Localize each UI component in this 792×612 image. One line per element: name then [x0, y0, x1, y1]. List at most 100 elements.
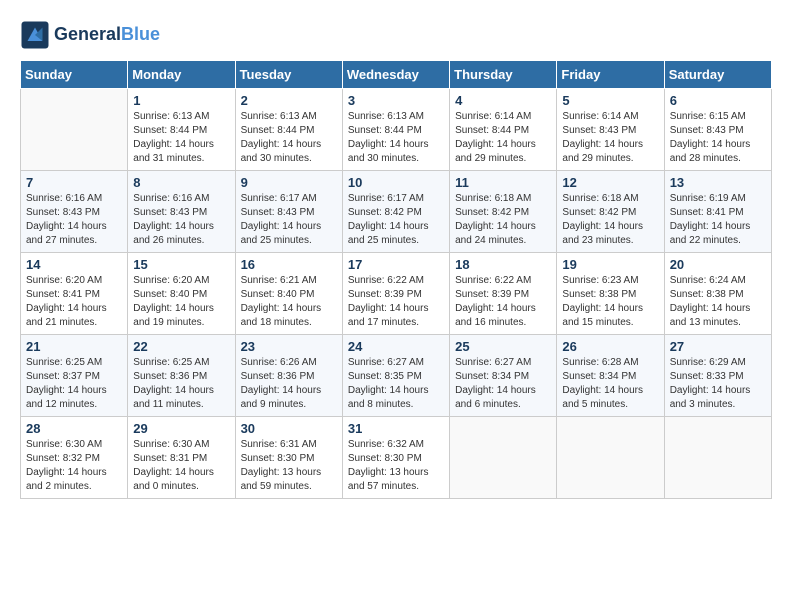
day-info: Sunrise: 6:22 AM Sunset: 8:39 PM Dayligh… [455, 274, 551, 330]
calendar-cell: 13 Sunrise: 6:19 AM Sunset: 8:41 PM Dayli… [664, 171, 771, 253]
calendar-cell: 24Sunrise: 6:27 AM Sunset: 8:35 PM Dayli… [342, 335, 449, 417]
day-number: 14 [26, 257, 122, 272]
day-info: Sunrise: 6:32 AM Sunset: 8:30 PM Dayligh… [348, 438, 444, 494]
column-header-sunday: Sunday [21, 61, 128, 89]
day-number: 27 [670, 339, 766, 354]
day-number: 15 [133, 257, 229, 272]
day-number: 22 [133, 339, 229, 354]
calendar-cell [664, 417, 771, 499]
calendar-cell: 2 Sunrise: 6:13 AM Sunset: 8:44 PM Daylig… [235, 89, 342, 171]
day-number: 4 [455, 93, 551, 108]
day-info: Sunrise: 6:27 AM Sunset: 8:34 PM Dayligh… [455, 356, 551, 412]
day-info: Sunrise: 6:22 AM Sunset: 8:39 PM Dayligh… [348, 274, 444, 330]
calendar-cell: 30Sunrise: 6:31 AM Sunset: 8:30 PM Dayli… [235, 417, 342, 499]
day-number: 17 [348, 257, 444, 272]
column-header-wednesday: Wednesday [342, 61, 449, 89]
day-info: Sunrise: 6:30 AM Sunset: 8:32 PM Dayligh… [26, 438, 122, 494]
day-info: Sunrise: 6:19 AM Sunset: 8:41 PM Dayligh… [670, 192, 766, 248]
day-info: Sunrise: 6:25 AM Sunset: 8:36 PM Dayligh… [133, 356, 229, 412]
column-header-friday: Friday [557, 61, 664, 89]
day-number: 10 [348, 175, 444, 190]
calendar-cell: 4 Sunrise: 6:14 AM Sunset: 8:44 PM Daylig… [450, 89, 557, 171]
calendar-cell [450, 417, 557, 499]
day-info: Sunrise: 6:25 AM Sunset: 8:37 PM Dayligh… [26, 356, 122, 412]
day-number: 16 [241, 257, 337, 272]
day-info: Sunrise: 6:20 AM Sunset: 8:41 PM Dayligh… [26, 274, 122, 330]
calendar-cell: 15 Sunrise: 6:20 AM Sunset: 8:40 PM Dayli… [128, 253, 235, 335]
calendar-cell: 5 Sunrise: 6:14 AM Sunset: 8:43 PM Daylig… [557, 89, 664, 171]
calendar-cell: 16 Sunrise: 6:21 AM Sunset: 8:40 PM Dayli… [235, 253, 342, 335]
calendar-table: SundayMondayTuesdayWednesdayThursdayFrid… [20, 60, 772, 499]
calendar-week-4: 21 Sunrise: 6:25 AM Sunset: 8:37 PM Dayli… [21, 335, 772, 417]
day-number: 6 [670, 93, 766, 108]
calendar-cell: 7 Sunrise: 6:16 AM Sunset: 8:43 PM Daylig… [21, 171, 128, 253]
day-info: Sunrise: 6:30 AM Sunset: 8:31 PM Dayligh… [133, 438, 229, 494]
day-number: 12 [562, 175, 658, 190]
calendar-cell: 8 Sunrise: 6:16 AM Sunset: 8:43 PM Daylig… [128, 171, 235, 253]
day-info: Sunrise: 6:23 AM Sunset: 8:38 PM Dayligh… [562, 274, 658, 330]
day-info: Sunrise: 6:29 AM Sunset: 8:33 PM Dayligh… [670, 356, 766, 412]
logo-text: GeneralBlue [54, 25, 160, 45]
column-header-thursday: Thursday [450, 61, 557, 89]
calendar-cell [557, 417, 664, 499]
day-number: 11 [455, 175, 551, 190]
day-info: Sunrise: 6:14 AM Sunset: 8:43 PM Dayligh… [562, 110, 658, 166]
day-info: Sunrise: 6:21 AM Sunset: 8:40 PM Dayligh… [241, 274, 337, 330]
day-info: Sunrise: 6:13 AM Sunset: 8:44 PM Dayligh… [241, 110, 337, 166]
calendar-header-row: SundayMondayTuesdayWednesdayThursdayFrid… [21, 61, 772, 89]
day-number: 13 [670, 175, 766, 190]
day-info: Sunrise: 6:28 AM Sunset: 8:34 PM Dayligh… [562, 356, 658, 412]
column-header-saturday: Saturday [664, 61, 771, 89]
day-number: 31 [348, 421, 444, 436]
day-info: Sunrise: 6:31 AM Sunset: 8:30 PM Dayligh… [241, 438, 337, 494]
day-info: Sunrise: 6:14 AM Sunset: 8:44 PM Dayligh… [455, 110, 551, 166]
day-info: Sunrise: 6:18 AM Sunset: 8:42 PM Dayligh… [455, 192, 551, 248]
calendar-week-5: 28Sunrise: 6:30 AM Sunset: 8:32 PM Dayli… [21, 417, 772, 499]
calendar-cell: 28Sunrise: 6:30 AM Sunset: 8:32 PM Dayli… [21, 417, 128, 499]
day-info: Sunrise: 6:13 AM Sunset: 8:44 PM Dayligh… [133, 110, 229, 166]
calendar-cell: 6 Sunrise: 6:15 AM Sunset: 8:43 PM Daylig… [664, 89, 771, 171]
day-info: Sunrise: 6:15 AM Sunset: 8:43 PM Dayligh… [670, 110, 766, 166]
calendar-cell: 25 Sunrise: 6:27 AM Sunset: 8:34 PM Dayli… [450, 335, 557, 417]
calendar-cell: 11 Sunrise: 6:18 AM Sunset: 8:42 PM Dayli… [450, 171, 557, 253]
calendar-cell: 18 Sunrise: 6:22 AM Sunset: 8:39 PM Dayli… [450, 253, 557, 335]
day-number: 5 [562, 93, 658, 108]
calendar-cell: 10 Sunrise: 6:17 AM Sunset: 8:42 PM Dayli… [342, 171, 449, 253]
day-info: Sunrise: 6:17 AM Sunset: 8:42 PM Dayligh… [348, 192, 444, 248]
day-number: 8 [133, 175, 229, 190]
day-info: Sunrise: 6:17 AM Sunset: 8:43 PM Dayligh… [241, 192, 337, 248]
logo-icon [20, 20, 50, 50]
day-number: 1 [133, 93, 229, 108]
day-number: 2 [241, 93, 337, 108]
day-number: 9 [241, 175, 337, 190]
calendar-cell: 29 Sunrise: 6:30 AM Sunset: 8:31 PM Dayli… [128, 417, 235, 499]
day-number: 3 [348, 93, 444, 108]
day-number: 26 [562, 339, 658, 354]
day-info: Sunrise: 6:26 AM Sunset: 8:36 PM Dayligh… [241, 356, 337, 412]
day-number: 23 [241, 339, 337, 354]
calendar-cell: 23 Sunrise: 6:26 AM Sunset: 8:36 PM Dayli… [235, 335, 342, 417]
day-number: 21 [26, 339, 122, 354]
calendar-cell: 17 Sunrise: 6:22 AM Sunset: 8:39 PM Dayli… [342, 253, 449, 335]
day-number: 19 [562, 257, 658, 272]
day-info: Sunrise: 6:18 AM Sunset: 8:42 PM Dayligh… [562, 192, 658, 248]
logo: GeneralBlue [20, 20, 160, 50]
day-info: Sunrise: 6:16 AM Sunset: 8:43 PM Dayligh… [133, 192, 229, 248]
day-info: Sunrise: 6:24 AM Sunset: 8:38 PM Dayligh… [670, 274, 766, 330]
day-number: 29 [133, 421, 229, 436]
day-number: 20 [670, 257, 766, 272]
day-number: 7 [26, 175, 122, 190]
calendar-week-1: 1 Sunrise: 6:13 AM Sunset: 8:44 PM Daylig… [21, 89, 772, 171]
day-number: 18 [455, 257, 551, 272]
day-number: 25 [455, 339, 551, 354]
calendar-cell: 3Sunrise: 6:13 AM Sunset: 8:44 PM Daylig… [342, 89, 449, 171]
calendar-cell: 20 Sunrise: 6:24 AM Sunset: 8:38 PM Dayli… [664, 253, 771, 335]
calendar-cell: 31 Sunrise: 6:32 AM Sunset: 8:30 PM Dayli… [342, 417, 449, 499]
calendar-cell: 27 Sunrise: 6:29 AM Sunset: 8:33 PM Dayli… [664, 335, 771, 417]
calendar-cell: 26 Sunrise: 6:28 AM Sunset: 8:34 PM Dayli… [557, 335, 664, 417]
day-info: Sunrise: 6:16 AM Sunset: 8:43 PM Dayligh… [26, 192, 122, 248]
column-header-monday: Monday [128, 61, 235, 89]
day-info: Sunrise: 6:20 AM Sunset: 8:40 PM Dayligh… [133, 274, 229, 330]
calendar-cell: 19 Sunrise: 6:23 AM Sunset: 8:38 PM Dayli… [557, 253, 664, 335]
calendar-cell: 14 Sunrise: 6:20 AM Sunset: 8:41 PM Dayli… [21, 253, 128, 335]
